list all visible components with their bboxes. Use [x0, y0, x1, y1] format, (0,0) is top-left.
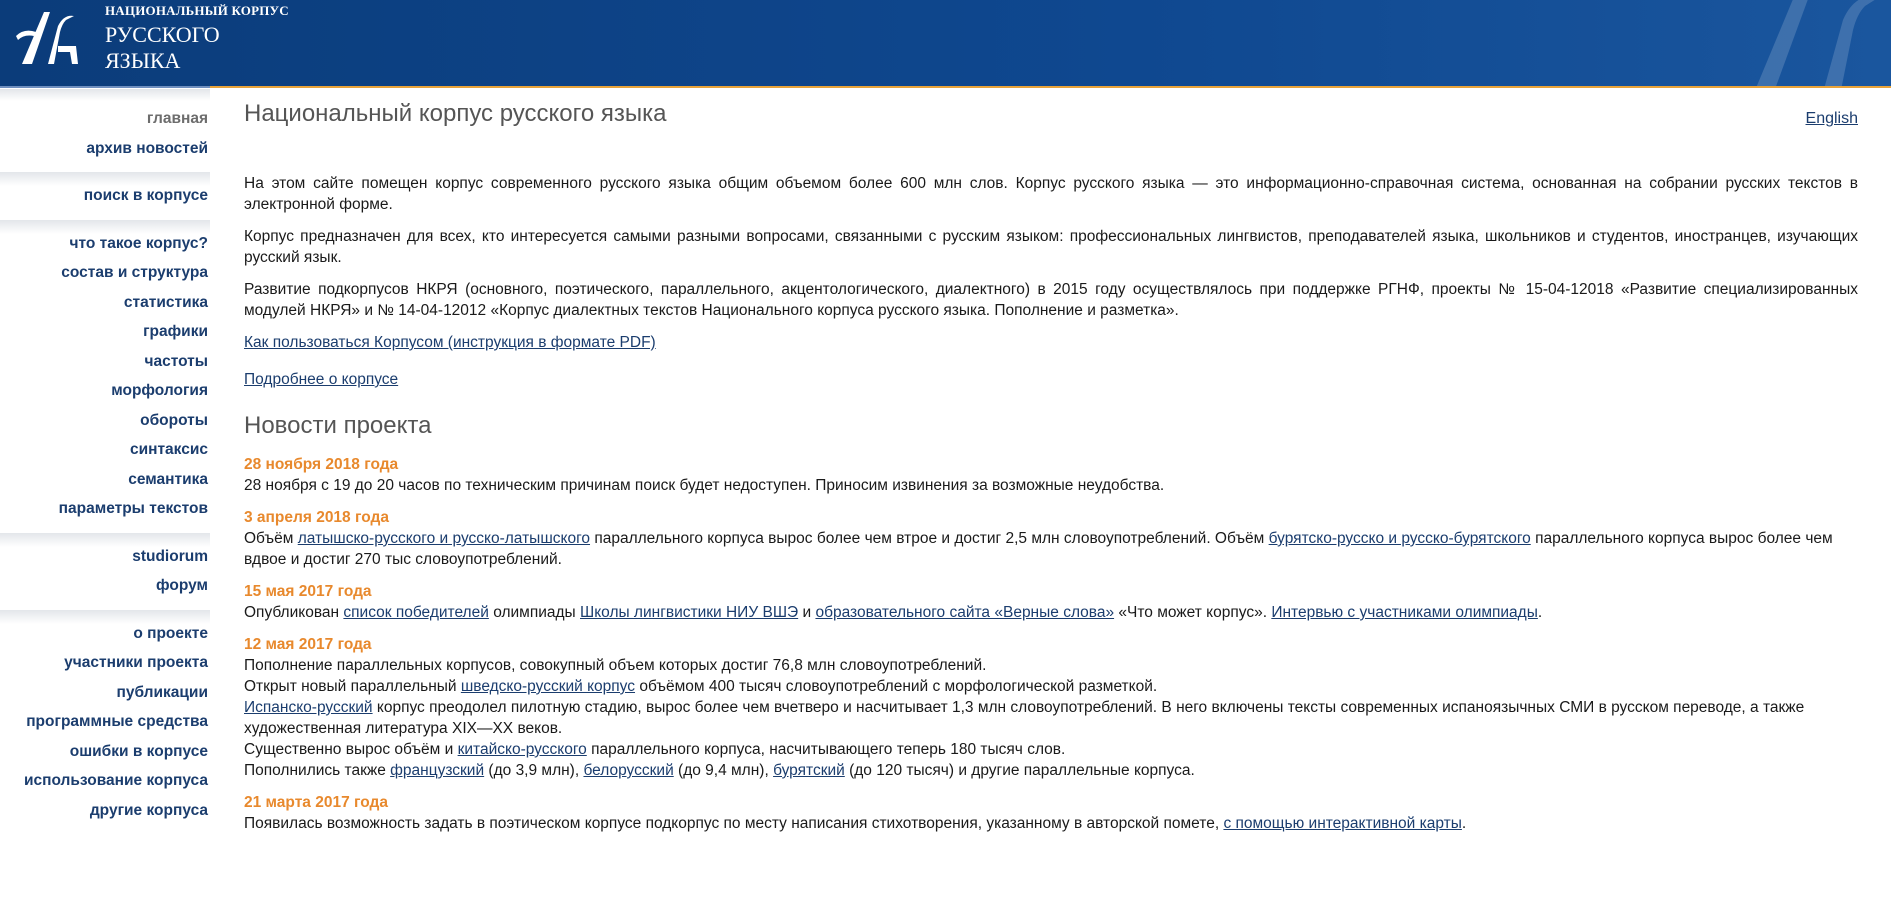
text-span: параллельного корпуса, насчитывающего те… — [586, 741, 1066, 758]
interactive-map-link[interactable]: с помощью интерактивной карты — [1223, 815, 1461, 832]
page-title: Национальный корпус русского языка — [244, 100, 667, 127]
text-span: параллельного корпуса вырос более чем вт… — [590, 530, 1269, 547]
news-date: 28 ноября 2018 года — [244, 456, 399, 473]
news-text: Существенно вырос объём и китайско-русск… — [244, 739, 1858, 760]
sidebar-item-software[interactable]: программные средства — [0, 712, 210, 742]
more-about-corpus-link[interactable]: Подробнее о корпусе — [244, 371, 398, 388]
belarusian-corpus-link[interactable]: белорусский — [583, 762, 673, 779]
text-span: Опубликован — [244, 604, 344, 621]
site-header: НАЦИОНАЛЬНЫЙ КОРПУС РУССКОГО ЯЗЫКА — [0, 0, 1891, 88]
sidebar-item-about-project[interactable]: о проекте — [0, 624, 210, 654]
sidebar-item-structure[interactable]: состав и структура — [0, 263, 210, 293]
latvian-corpus-link[interactable]: латышско-русского и русско-латышского — [298, 530, 590, 547]
text-span: и — [798, 604, 816, 621]
header-watermark-icon — [1756, 0, 1875, 88]
news-text: Появилась возможность задать в поэтическ… — [244, 813, 1858, 834]
sidebar-item-search[interactable]: поиск в корпусе — [0, 186, 210, 216]
news-date: 21 марта 2017 года — [244, 794, 388, 811]
site-logo-text[interactable]: НАЦИОНАЛЬНЫЙ КОРПУС РУССКОГО ЯЗЫКА — [105, 2, 289, 72]
sidebar-item-news-archive[interactable]: архив новостей — [0, 139, 210, 169]
chinese-russian-corpus-link[interactable]: китайско-русского — [458, 741, 587, 758]
news-item: 3 апреля 2018 года Объём латышско-русско… — [244, 507, 1858, 570]
sidebar-item-publications[interactable]: публикации — [0, 683, 210, 713]
sidebar-item-syntax[interactable]: синтаксис — [0, 440, 210, 470]
text-span: Пополнились также — [244, 762, 391, 779]
news-date: 15 мая 2017 года — [244, 583, 372, 600]
sidebar-group-search: поиск в корпусе — [0, 172, 210, 220]
news-text: Объём латышско-русского и русско-латышск… — [244, 528, 1858, 570]
winners-list-link[interactable]: список победителей — [343, 604, 489, 621]
news-section-title: Новости проекта — [244, 412, 432, 439]
text-span: (до 120 тысяч) и другие параллельные кор… — [844, 762, 1195, 779]
sidebar-nav: главная архив новостей поиск в корпусе ч… — [0, 89, 210, 902]
header-accent-stripe — [210, 86, 1891, 88]
intro-paragraph-2: Корпус предназначен для всех, кто интере… — [244, 228, 1858, 266]
news-text: Испанско-русский корпус преодолел пилотн… — [244, 697, 1858, 739]
news-item: 12 мая 2017 года Пополнение параллельных… — [244, 634, 1858, 781]
french-corpus-link[interactable]: французский — [390, 762, 484, 779]
text-span: (до 9,4 млн), — [673, 762, 774, 779]
sidebar-item-participants[interactable]: участники проекта — [0, 653, 210, 683]
news-date: 3 апреля 2018 года — [244, 509, 389, 526]
olympiad-interview-link[interactable]: Интервью с участниками олимпиады — [1271, 604, 1538, 621]
text-span: Объём — [244, 530, 298, 547]
text-span: «Что может корпус». — [1114, 604, 1272, 621]
news-item: 21 марта 2017 года Появилась возможность… — [244, 792, 1858, 834]
main-content: Национальный корпус русского языка На эт… — [244, 100, 1858, 845]
buryat-corpus-link[interactable]: бурятско-русско и русско-бурятского — [1269, 530, 1531, 547]
sidebar-item-statistics[interactable]: статистика — [0, 293, 210, 323]
hse-linguistics-school-link[interactable]: Школы лингвистики НИУ ВШЭ — [580, 604, 798, 621]
sidebar-group-project: о проекте участники проекта публикации п… — [0, 609, 210, 834]
sidebar-item-text-params[interactable]: параметры текстов — [0, 499, 210, 529]
logo-line-1: НАЦИОНАЛЬНЫЙ КОРПУС — [105, 3, 289, 18]
text-span: корпус преодолел пилотную стадию, вырос … — [244, 699, 1805, 737]
sidebar-item-studiorum[interactable]: studiorum — [0, 547, 210, 577]
buryat-corpus-link-2[interactable]: бурятский — [773, 762, 845, 779]
logo-line-2: РУССКОГО — [105, 22, 220, 47]
sidebar-item-what-is-corpus[interactable]: что такое корпус? — [0, 234, 210, 264]
news-item: 15 мая 2017 года Опубликован список побе… — [244, 581, 1858, 623]
text-span: . — [1537, 604, 1543, 621]
sidebar-item-phrases[interactable]: обороты — [0, 411, 210, 441]
text-span: (до 3,9 млн), — [484, 762, 584, 779]
news-text: Опубликован список победителей олимпиады… — [244, 602, 1858, 623]
text-span: объёмом 400 тысяч словоупотреблений с мо… — [635, 678, 1158, 695]
text-span: . — [1461, 815, 1467, 832]
corpus-logo-icon[interactable] — [14, 6, 84, 72]
text-span: Открыт новый параллельный — [244, 678, 461, 695]
news-item: 28 ноября 2018 года 28 ноября с 19 до 20… — [244, 454, 1858, 496]
news-text: Открыт новый параллельный шведско-русски… — [244, 676, 1858, 697]
sidebar-group-about-corpus: что такое корпус? состав и структура ста… — [0, 219, 210, 533]
manual-pdf-link[interactable]: Как пользоваться Корпусом (инструкция в … — [244, 334, 656, 351]
intro-paragraph-3: Развитие подкорпусов НКРЯ (основного, по… — [244, 281, 1858, 319]
sidebar-item-frequencies[interactable]: частоты — [0, 352, 210, 382]
text-span: Существенно вырос объём и — [244, 741, 458, 758]
header-stripe-left — [0, 86, 210, 88]
sidebar-item-forum[interactable]: форум — [0, 576, 210, 606]
logo-line-3: ЯЗЫКА — [105, 48, 181, 73]
intro-paragraph-1: На этом сайте помещен корпус современног… — [244, 175, 1858, 213]
text-span: Появилась возможность задать в поэтическ… — [244, 815, 1224, 832]
sidebar-group-main: главная архив новостей — [0, 89, 210, 172]
sidebar-item-errors[interactable]: ошибки в корпусе — [0, 742, 210, 772]
vernye-slova-site-link[interactable]: образовательного сайта «Верные слова» — [815, 604, 1114, 621]
sidebar-item-home[interactable]: главная — [0, 109, 210, 139]
news-text: Пополнились также французский (до 3,9 мл… — [244, 760, 1858, 781]
swedish-russian-corpus-link[interactable]: шведско-русский корпус — [461, 678, 635, 695]
news-text: Пополнение параллельных корпусов, совоку… — [244, 657, 987, 674]
sidebar-item-morphology[interactable]: морфология — [0, 381, 210, 411]
sidebar-item-other-corpora[interactable]: другие корпуса — [0, 801, 210, 831]
text-span: олимпиады — [488, 604, 580, 621]
news-text: 28 ноября с 19 до 20 часов по технически… — [244, 477, 1165, 494]
sidebar-item-semantics[interactable]: семантика — [0, 470, 210, 500]
news-date: 12 мая 2017 года — [244, 636, 372, 653]
spanish-russian-corpus-link[interactable]: Испанско-русский — [244, 699, 373, 716]
sidebar-item-corpus-usage[interactable]: использование корпуса — [0, 771, 210, 801]
sidebar-item-graphs[interactable]: графики — [0, 322, 210, 352]
sidebar-group-community: studiorum форум — [0, 532, 210, 610]
